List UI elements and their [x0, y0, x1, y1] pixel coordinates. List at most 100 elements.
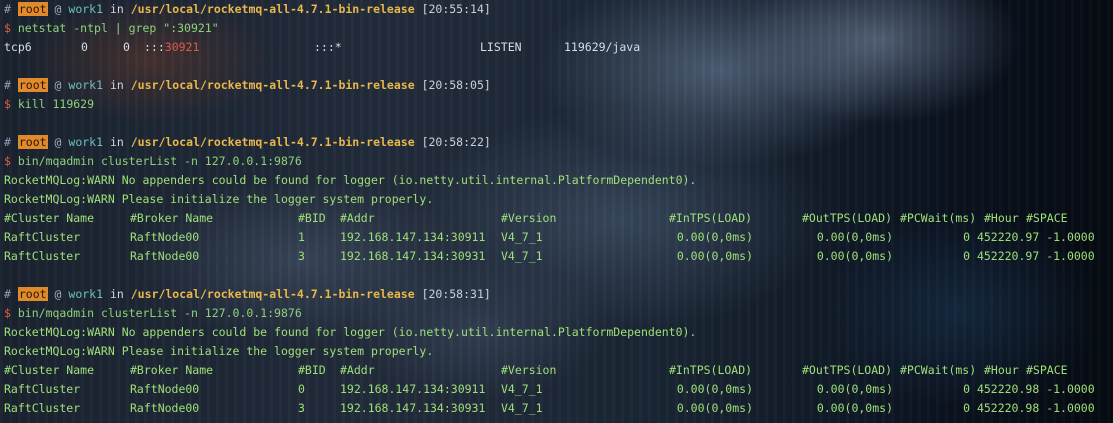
prompt-line: # root @ work1 in /usr/local/rocketmq-al… — [4, 285, 1113, 304]
cell-intps: 0.00(0,0ms) — [676, 249, 753, 263]
warning-line: RocketMQLog:WARN Please initialize the l… — [4, 192, 434, 206]
prompt-user: root — [17, 78, 48, 92]
table-row: RaftCluster RaftNode00 3 192.168.147.134:30… — [4, 399, 1113, 418]
header-cluster-name: #Cluster Name — [4, 363, 95, 377]
command-text: netstat -ntpl | grep ":30921" — [17, 21, 219, 35]
prompt-host: work1 — [68, 78, 104, 92]
netstat-foreign: :::* — [314, 40, 342, 54]
header-broker-name: #Broker Name — [130, 211, 214, 225]
prompt-at: @ — [54, 287, 62, 301]
prompt-host: work1 — [68, 287, 104, 301]
prompt-time: [20:58:22] — [421, 135, 491, 149]
terminal-output[interactable]: # root @ work1 in /usr/local/rocketmq-al… — [4, 0, 1113, 423]
cell-addr: 192.168.147.134:30911 — [340, 230, 486, 244]
header-version: #Version — [501, 363, 557, 377]
prompt-in: in — [109, 78, 124, 92]
cell-hour: 452220.98 — [976, 382, 1040, 396]
cell-hour: 452220.98 — [976, 401, 1040, 415]
cell-version: V4_7_1 — [501, 249, 543, 263]
prompt-time: [20:55:14] — [421, 2, 491, 16]
prompt-line: # root @ work1 in /usr/local/rocketmq-al… — [4, 76, 1113, 95]
prompt-dollar: $ — [4, 306, 11, 320]
table-row: RaftCluster RaftNode00 0 192.168.147.134:30… — [4, 380, 1113, 399]
cell-hour: 452220.97 — [976, 230, 1040, 244]
header-bid: #BID — [298, 363, 326, 377]
cell-outtps: 0.00(0,0ms) — [816, 382, 893, 396]
cell-pcwait: 0 — [963, 230, 970, 244]
cell-version: V4_7_1 — [501, 401, 543, 415]
cell-intps: 0.00(0,0ms) — [676, 230, 753, 244]
prompt-host: work1 — [68, 135, 104, 149]
prompt-user: root — [17, 287, 48, 301]
cell-pcwait: 0 — [963, 382, 970, 396]
cell-bid: 0 — [298, 382, 305, 396]
cell-version: V4_7_1 — [501, 382, 543, 396]
command-line: $ netstat -ntpl | grep ":30921" — [4, 19, 1113, 38]
cell-space: -1.0000 — [1046, 249, 1095, 263]
cell-outtps: 0.00(0,0ms) — [816, 230, 893, 244]
prompt-hash: # — [4, 287, 11, 301]
header-pcwait: #PCWait(ms) — [900, 211, 977, 225]
prompt-in: in — [109, 287, 124, 301]
cell-broker-name: RaftNode00 — [130, 230, 200, 244]
cell-pcwait: 0 — [963, 401, 970, 415]
netstat-proto: tcp6 — [4, 40, 32, 54]
table-row: RaftCluster RaftNode00 3 192.168.147.134:30… — [4, 247, 1113, 266]
command-text: bin/mqadmin clusterList -n 127.0.0.1:987… — [17, 306, 302, 320]
prompt-hash: # — [4, 2, 11, 16]
table-row: RaftCluster RaftNode00 1 192.168.147.134:30… — [4, 228, 1113, 247]
netstat-local-prefix: ::: — [144, 40, 165, 54]
prompt-line: # root @ work1 in /usr/local/rocketmq-al… — [4, 133, 1113, 152]
header-addr: #Addr — [340, 363, 375, 377]
netstat-pid: 119629/java — [564, 40, 641, 54]
prompt-path: /usr/local/rocketmq-all-4.7.1-bin-releas… — [130, 78, 415, 92]
cell-space: -1.0000 — [1046, 230, 1095, 244]
table-header: #Cluster Name #Broker Name #BID #Addr #Versi… — [4, 361, 1113, 380]
header-cluster-name: #Cluster Name — [4, 211, 95, 225]
prompt-dollar: $ — [4, 97, 11, 111]
header-outtps: #OutTPS(LOAD) — [802, 363, 893, 377]
cell-cluster-name: RaftCluster — [4, 249, 81, 263]
prompt-time: [20:58:31] — [421, 287, 491, 301]
header-hour: #Hour — [984, 363, 1019, 377]
prompt-path: /usr/local/rocketmq-all-4.7.1-bin-releas… — [130, 135, 415, 149]
netstat-local-port: 30921 — [164, 40, 200, 54]
prompt-dollar: $ — [4, 154, 11, 168]
command-text: kill 119629 — [17, 97, 95, 111]
header-hour: #Hour — [984, 211, 1019, 225]
prompt-line: # root @ work1 in /usr/local/rocketmq-al… — [4, 0, 1113, 19]
command-line: $ bin/mqadmin clusterList -n 127.0.0.1:9… — [4, 152, 1113, 171]
prompt-at: @ — [54, 135, 62, 149]
command-line: $ bin/mqadmin clusterList -n 127.0.0.1:9… — [4, 304, 1113, 323]
cell-pcwait: 0 — [963, 249, 970, 263]
header-space: #SPACE — [1026, 211, 1068, 225]
cell-cluster-name: RaftCluster — [4, 382, 81, 396]
cell-bid: 1 — [298, 230, 305, 244]
command-text: bin/mqadmin clusterList -n 127.0.0.1:987… — [17, 154, 302, 168]
prompt-dollar: $ — [4, 21, 11, 35]
warning-line: RocketMQLog:WARN Please initialize the l… — [4, 344, 434, 358]
cell-broker-name: RaftNode00 — [130, 382, 200, 396]
table-header: #Cluster Name #Broker Name #BID #Addr #Versi… — [4, 209, 1113, 228]
header-intps: #InTPS(LOAD) — [669, 363, 753, 377]
header-broker-name: #Broker Name — [130, 363, 214, 377]
prompt-user: root — [17, 135, 48, 149]
cell-cluster-name: RaftCluster — [4, 401, 81, 415]
prompt-at: @ — [54, 78, 62, 92]
header-version: #Version — [501, 211, 557, 225]
cursor-line — [4, 418, 1113, 423]
cell-addr: 192.168.147.134:30931 — [340, 401, 486, 415]
cell-hour: 452220.97 — [976, 249, 1040, 263]
cell-cluster-name: RaftCluster — [4, 230, 81, 244]
cell-outtps: 0.00(0,0ms) — [816, 249, 893, 263]
netstat-state: LISTEN — [480, 40, 522, 54]
header-space: #SPACE — [1026, 363, 1068, 377]
cell-intps: 0.00(0,0ms) — [676, 382, 753, 396]
warning-line: RocketMQLog:WARN No appenders could be f… — [4, 325, 697, 339]
prompt-path: /usr/local/rocketmq-all-4.7.1-bin-releas… — [130, 287, 415, 301]
prompt-at: @ — [54, 2, 62, 16]
netstat-recvq: 0 — [81, 40, 88, 54]
